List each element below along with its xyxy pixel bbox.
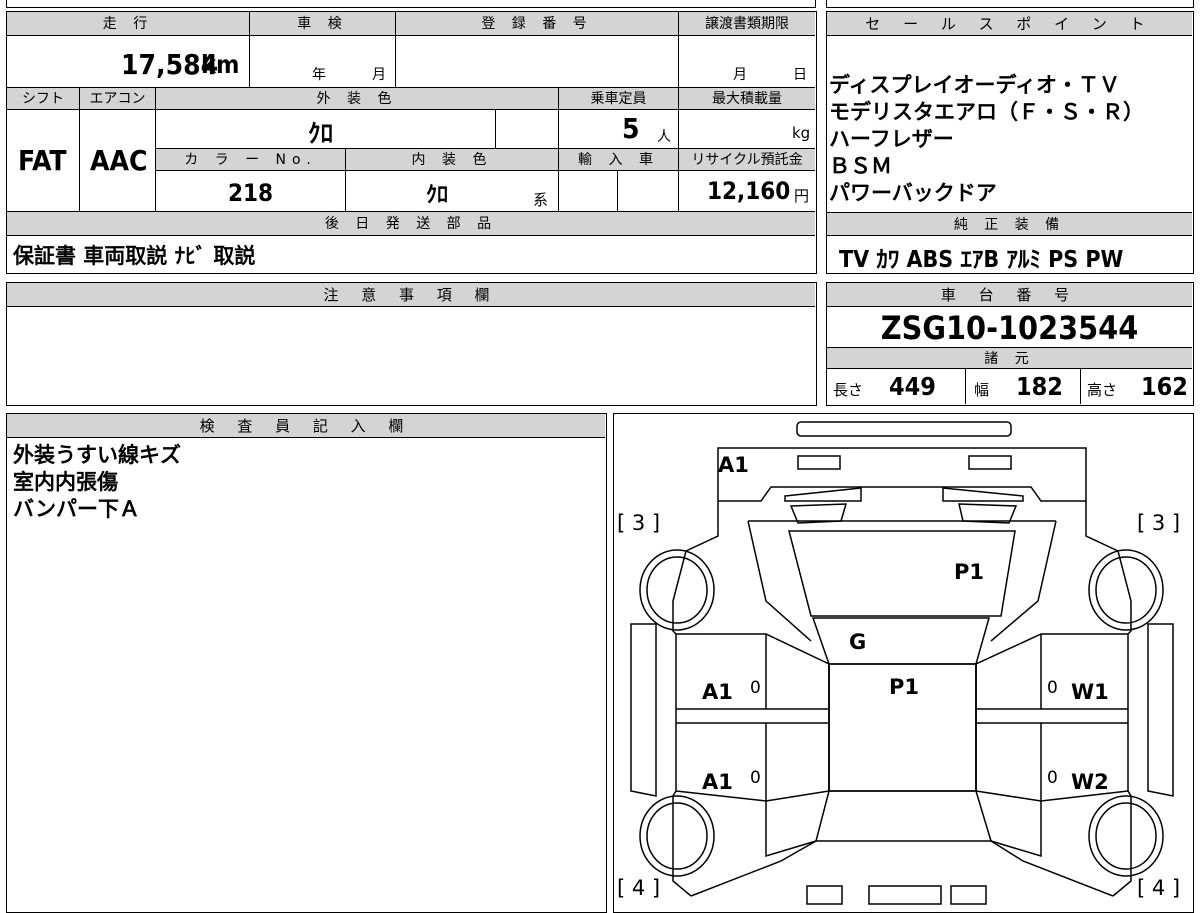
exterior-color-label: 外 装 色 (156, 88, 559, 110)
chassis-label: 車 台 番 号 (827, 283, 1192, 307)
mark-roof: P1 (889, 675, 920, 699)
spec-width-label: 幅 (974, 381, 990, 399)
exterior-color-extra (496, 110, 559, 149)
car-diagram (630, 421, 1174, 905)
shift-cell: FAT (7, 110, 80, 212)
recycle-unit: 円 (794, 187, 810, 205)
inspector-line: バンパー下Ａ (13, 497, 141, 521)
interior-color-value: ｸﾛ (426, 183, 449, 208)
inspector-lines: 外装うすい線キズ 室内内張傷 バンパー下Ａ (13, 442, 181, 523)
later-parts-label: 後 日 発 送 部 品 (7, 212, 815, 236)
sales-points-box: セ ー ル ス ポ イ ン ト ディスプレイオーディオ・ＴＶ モデリスタエアロ（… (826, 11, 1194, 274)
tire-front-left-label: [ 3 ] (617, 511, 661, 535)
spec-length: 長さ 449 (827, 369, 966, 404)
import-label: 輸 入 車 (559, 149, 679, 171)
sales-point-line: パワーバックドア (829, 181, 997, 205)
aircon-value: AAC (90, 144, 148, 177)
recycle-label: リサイクル預託金 (679, 149, 815, 171)
max-load-cell: kg (679, 110, 815, 149)
sales-points-label: セ ー ル ス ポ イ ン ト (827, 12, 1192, 36)
door-zero-mark: 0 (1047, 768, 1058, 788)
door-zero-mark: 0 (750, 678, 761, 698)
sales-point-line: ディスプレイオーディオ・ＴＶ (829, 73, 1121, 97)
inspector-label: 検 査 員 記 入 欄 (7, 414, 605, 438)
interior-color-cell: ｸﾛ 系 (346, 171, 559, 212)
aircon-label: エアコン (80, 88, 156, 110)
spec-length-label: 長さ (833, 381, 864, 399)
sales-point-line: ＢＳＭ (829, 154, 892, 178)
aircon-cell: AAC (80, 110, 156, 212)
inspector-line: 外装うすい線キズ (13, 443, 181, 467)
mileage-cell: 17,584 km (7, 36, 250, 88)
import-cell-b (618, 171, 679, 212)
spec-height: 高さ 162 (1081, 369, 1192, 404)
door-zero-mark: 0 (750, 768, 761, 788)
interior-color-suffix: 系 (533, 191, 549, 209)
transfer-month-unit: 月 (733, 67, 747, 83)
spec-length-value: 449 (889, 372, 936, 401)
tire-rear-left-label: [ 4 ] (617, 876, 661, 900)
mark-hood: P1 (954, 560, 985, 584)
shift-label: シフト (7, 88, 80, 110)
mark-rear-right-door: W2 (1071, 770, 1109, 794)
spec-height-value: 162 (1141, 372, 1188, 401)
inspection-month-unit: 月 (372, 67, 386, 83)
spec-width: 幅 182 (966, 369, 1081, 404)
top-strip (0, 0, 1200, 8)
tire-rear-right-label: [ 4 ] (1137, 876, 1181, 900)
capacity-label: 乗車定員 (559, 88, 679, 110)
inspection-cell: 年 月 (250, 36, 396, 88)
registration-label: 登 録 番 号 (396, 12, 679, 36)
notes-box: 注 意 事 項 欄 (6, 282, 817, 406)
notes-label: 注 意 事 項 欄 (7, 283, 815, 307)
transfer-day-unit: 日 (793, 67, 807, 83)
interior-color-label: 内 装 色 (346, 149, 559, 171)
car-diagram-box: [ 3 ] [ 3 ] [ 4 ] [ 4 ] A1 P1 G P1 A1 A1… (613, 413, 1194, 913)
chassis-value: ZSG10-1023544 (880, 309, 1139, 347)
genuine-equipment-value: TV ｶﾜ ABS ｴｱB ｱﾙﾐ PS PW (839, 247, 1124, 273)
capacity-unit: 人 (657, 129, 671, 145)
mark-front-bumper: A1 (718, 453, 749, 477)
tire-front-right-label: [ 3 ] (1137, 511, 1181, 535)
color-no-cell: 218 (156, 171, 346, 212)
mark-windshield: G (849, 630, 867, 654)
exterior-color-cell: ｸﾛ (156, 110, 496, 149)
recycle-value: 12,160 (707, 177, 791, 205)
max-load-unit: kg (792, 124, 811, 142)
chassis-box: 車 台 番 号 ZSG10-1023544 諸 元 長さ 449 幅 182 高… (826, 282, 1194, 406)
sales-point-line: モデリスタエアロ（Ｆ・Ｓ・Ｒ） (829, 100, 1144, 124)
mileage-unit: km (201, 50, 240, 79)
mileage-label: 走 行 (7, 12, 250, 36)
exterior-color-value: ｸﾛ (308, 119, 334, 148)
sales-point-line: ハーフレザー (829, 127, 954, 151)
door-zero-mark: 0 (1047, 678, 1058, 698)
registration-value (396, 36, 679, 88)
capacity-cell: 5 人 (559, 110, 679, 149)
transfer-deadline-label: 譲渡書類期限 (679, 12, 815, 36)
specs-label: 諸 元 (827, 347, 1192, 369)
vehicle-info-table: 走 行 車 検 登 録 番 号 譲渡書類期限 17,584 km 年 月 月 日… (6, 11, 817, 274)
inspector-box: 検 査 員 記 入 欄 外装うすい線キズ 室内内張傷 バンパー下Ａ (6, 413, 607, 913)
inspection-label: 車 検 (250, 12, 396, 36)
shift-value: FAT (18, 144, 67, 177)
spec-height-label: 高さ (1087, 381, 1118, 399)
inspector-line: 室内内張傷 (13, 470, 118, 494)
mark-front-left-door: A1 (702, 680, 733, 704)
color-no-value: 218 (228, 179, 274, 207)
color-no-label: カ ラ ー No. (156, 149, 346, 171)
sales-points-list: ディスプレイオーディオ・ＴＶ モデリスタエアロ（Ｆ・Ｓ・Ｒ） ハーフレザー ＢＳ… (829, 72, 1189, 207)
max-load-label: 最大積載量 (679, 88, 815, 110)
spec-width-value: 182 (1016, 372, 1063, 401)
capacity-value: 5 (622, 112, 640, 145)
mark-rear-left-door: A1 (702, 770, 733, 794)
genuine-equipment-label: 純 正 装 備 (827, 212, 1192, 236)
import-cell-a (559, 171, 618, 212)
inspection-year-unit: 年 (312, 67, 326, 83)
recycle-cell: 12,160 円 (679, 171, 815, 212)
transfer-deadline-cell: 月 日 (679, 36, 815, 88)
later-parts-value: 保証書 車両取説 ﾅﾋﾞ 取説 (13, 244, 256, 268)
mark-front-right-door: W1 (1071, 680, 1109, 704)
